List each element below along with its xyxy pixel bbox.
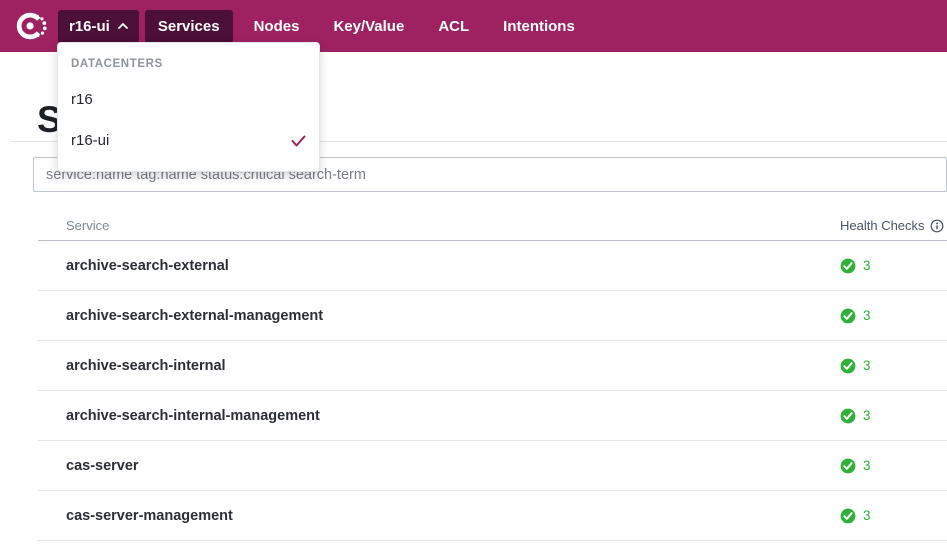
datacenter-dropdown-menu: DATACENTERS r16 r16-ui: [57, 42, 320, 172]
column-header-service: Service: [66, 218, 840, 233]
datacenters-heading: DATACENTERS: [58, 51, 319, 79]
datacenter-option-r16-ui[interactable]: r16-ui: [58, 120, 319, 161]
service-name: archive-search-external: [66, 258, 840, 274]
datacenter-selector-label: r16-ui: [69, 18, 110, 35]
datacenter-option-label: r16: [71, 91, 93, 108]
health-checks-cell: 3: [840, 508, 937, 524]
column-header-health-checks: Health Checks: [840, 218, 937, 233]
selected-check-icon: [291, 135, 306, 147]
nav-item-key-value[interactable]: Key/Value: [320, 10, 417, 43]
passing-count: 3: [863, 458, 871, 473]
datacenter-selector[interactable]: r16-ui: [58, 10, 139, 43]
table-row[interactable]: cas-server-management 3: [38, 491, 947, 541]
table-row[interactable]: cas-server 3: [38, 441, 947, 491]
health-checks-label: Health Checks: [840, 218, 925, 233]
passing-check-icon: [840, 508, 856, 524]
service-name: archive-search-external-management: [66, 308, 840, 324]
service-name: cas-server: [66, 458, 840, 474]
health-checks-cell: 3: [840, 358, 937, 374]
table-header-row: Service Health Checks: [38, 211, 947, 241]
passing-count: 3: [863, 408, 871, 423]
service-name: archive-search-internal-management: [66, 408, 840, 424]
passing-check-icon: [840, 308, 856, 324]
health-checks-cell: 3: [840, 408, 937, 424]
health-checks-cell: 3: [840, 258, 937, 274]
services-table: Service Health Checks archive-search-ext…: [38, 211, 947, 541]
table-row[interactable]: archive-search-internal 3: [38, 341, 947, 391]
datacenter-option-label: r16-ui: [71, 132, 109, 149]
info-icon[interactable]: [930, 219, 944, 233]
table-row[interactable]: archive-search-internal-management 3: [38, 391, 947, 441]
nav-item-acl[interactable]: ACL: [425, 10, 482, 43]
nav-item-nodes[interactable]: Nodes: [241, 10, 313, 43]
passing-count: 3: [863, 308, 871, 323]
passing-count: 3: [863, 508, 871, 523]
health-checks-cell: 3: [840, 308, 937, 324]
passing-count: 3: [863, 358, 871, 373]
table-row[interactable]: archive-search-external-management 3: [38, 291, 947, 341]
datacenter-option-r16[interactable]: r16: [58, 79, 319, 120]
passing-check-icon: [840, 408, 856, 424]
service-name: archive-search-internal: [66, 358, 840, 374]
table-row[interactable]: archive-search-external 3: [38, 241, 947, 291]
health-checks-cell: 3: [840, 458, 937, 474]
consul-logo-icon[interactable]: [10, 5, 52, 47]
passing-count: 3: [863, 258, 871, 273]
chevron-up-icon: [118, 23, 128, 29]
nav-item-intentions[interactable]: Intentions: [490, 10, 588, 43]
passing-check-icon: [840, 258, 856, 274]
service-name: cas-server-management: [66, 508, 840, 524]
passing-check-icon: [840, 458, 856, 474]
nav-item-services[interactable]: Services: [145, 10, 233, 43]
passing-check-icon: [840, 358, 856, 374]
